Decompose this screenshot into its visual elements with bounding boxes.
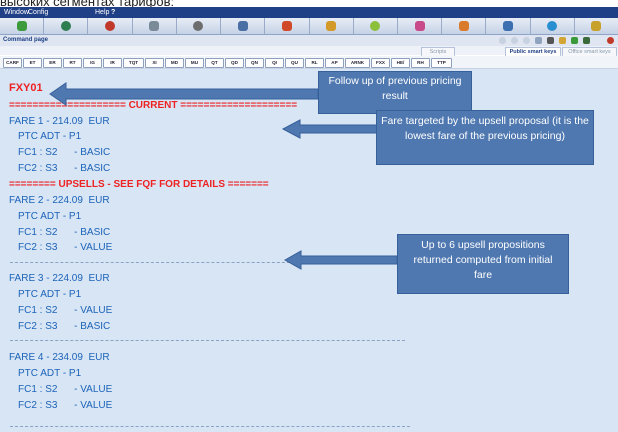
callout-arrows bbox=[49, 82, 398, 270]
arrow-left-icon bbox=[49, 82, 319, 106]
callout-follow-up: Follow up of previous pricing result bbox=[318, 71, 472, 114]
arrow-left-icon bbox=[281, 119, 378, 139]
callout-fare-targeted: Fare targeted by the upsell proposal (it… bbox=[376, 110, 594, 165]
arrow-left-icon bbox=[283, 250, 398, 270]
callout-upsell-propositions: Up to 6 upsell propositions returned com… bbox=[397, 234, 569, 294]
